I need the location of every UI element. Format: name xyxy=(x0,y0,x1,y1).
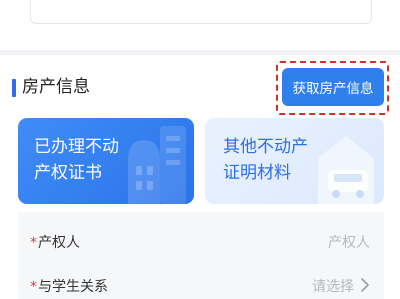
required-asterisk: * xyxy=(30,235,37,251)
option-card-property-certificate[interactable]: 已办理不动 产权证书 xyxy=(18,118,194,204)
card-a-line1: 已办理不动 xyxy=(34,137,119,157)
building-icon xyxy=(128,126,186,204)
property-form: *产权人 产权人 *与学生关系 请选择 xyxy=(18,212,384,299)
property-info-section: 房产信息 获取房产信息 已办理不动 产权证书 其他不动产 证明材料 *产权人 产… xyxy=(0,55,400,299)
owner-row[interactable]: *产权人 产权人 xyxy=(18,220,384,264)
card-a-line2: 产权证书 xyxy=(34,163,102,183)
relation-label: 与学生关系 xyxy=(38,279,108,295)
section-accent-bar xyxy=(12,79,16,97)
previous-section-card xyxy=(0,0,400,50)
owner-label: 产权人 xyxy=(38,235,80,251)
option-card-other-proof[interactable]: 其他不动产 证明材料 xyxy=(205,118,384,204)
house-car-icon xyxy=(318,136,374,204)
card-b-line2: 证明材料 xyxy=(223,163,291,183)
relation-row[interactable]: *与学生关系 请选择 xyxy=(18,264,384,299)
chevron-right-icon xyxy=(361,278,369,292)
relation-select[interactable]: 请选择 xyxy=(312,276,354,296)
card-b-line1: 其他不动产 xyxy=(223,137,308,157)
required-asterisk: * xyxy=(30,279,37,295)
section-title: 房产信息 xyxy=(22,77,90,97)
owner-input[interactable]: 产权人 xyxy=(328,232,370,252)
previous-input-field[interactable] xyxy=(30,0,372,24)
fetch-property-info-button[interactable]: 获取房产信息 xyxy=(282,68,384,106)
